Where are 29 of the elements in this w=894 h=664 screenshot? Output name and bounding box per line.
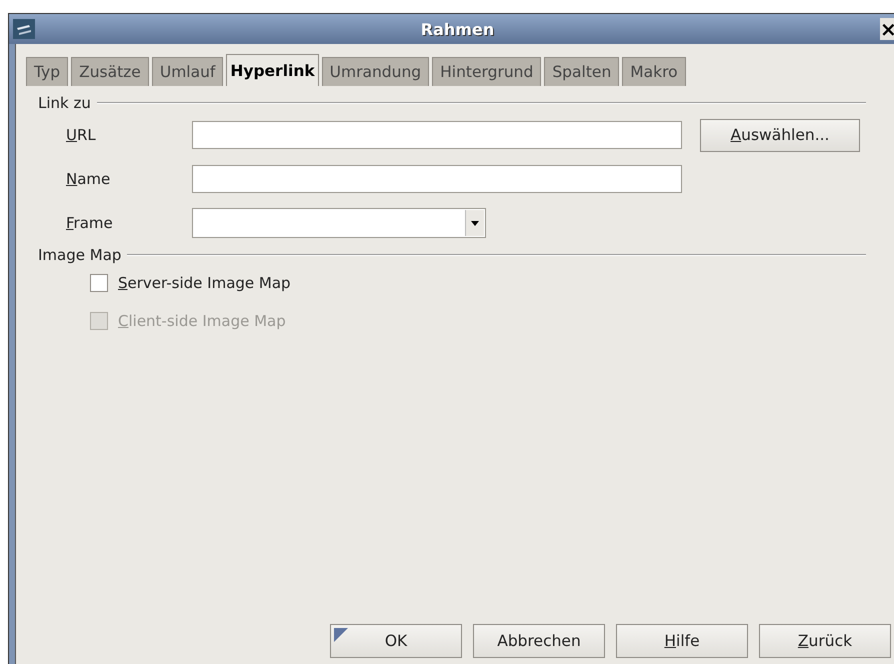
tab[interactable]: Hyperlink: [226, 54, 319, 86]
section-heading: Image Map: [38, 246, 122, 264]
checkbox-label: Client-side Image Map: [118, 312, 286, 330]
tab[interactable]: Umrandung: [322, 57, 430, 86]
checkbox[interactable]: [90, 274, 108, 292]
tab[interactable]: Zusätze: [71, 57, 149, 86]
tab[interactable]: Spalten: [544, 57, 620, 86]
tab[interactable]: Hintergrund: [432, 57, 542, 86]
dialog-button[interactable]: Abbrechen: [473, 624, 605, 658]
field-label: Frame: [66, 214, 114, 232]
select-button[interactable]: Auswählen...: [700, 118, 860, 152]
dialog-button[interactable]: Zurück: [759, 624, 891, 658]
field-label: Name: [66, 170, 112, 188]
app-icon: [13, 19, 35, 39]
window-title: Rahmen: [420, 20, 496, 38]
tab[interactable]: Makro: [622, 57, 686, 86]
field-label: URL: [66, 126, 97, 144]
dropdown-arrow-icon: [471, 220, 479, 226]
tab[interactable]: Umlauf: [152, 57, 224, 86]
checkbox-label: Server-side Image Map: [118, 274, 291, 292]
dropdown[interactable]: [192, 208, 486, 238]
input-field[interactable]: [192, 121, 682, 149]
input-field[interactable]: [192, 165, 682, 193]
tab[interactable]: Typ: [26, 57, 68, 86]
dialog-button[interactable]: Hilfe: [616, 624, 748, 658]
close-button[interactable]: ×: [880, 18, 894, 40]
section-heading: Link zu: [38, 94, 91, 112]
default-marker-icon: [334, 628, 348, 642]
dialog-button[interactable]: OK: [330, 624, 462, 658]
